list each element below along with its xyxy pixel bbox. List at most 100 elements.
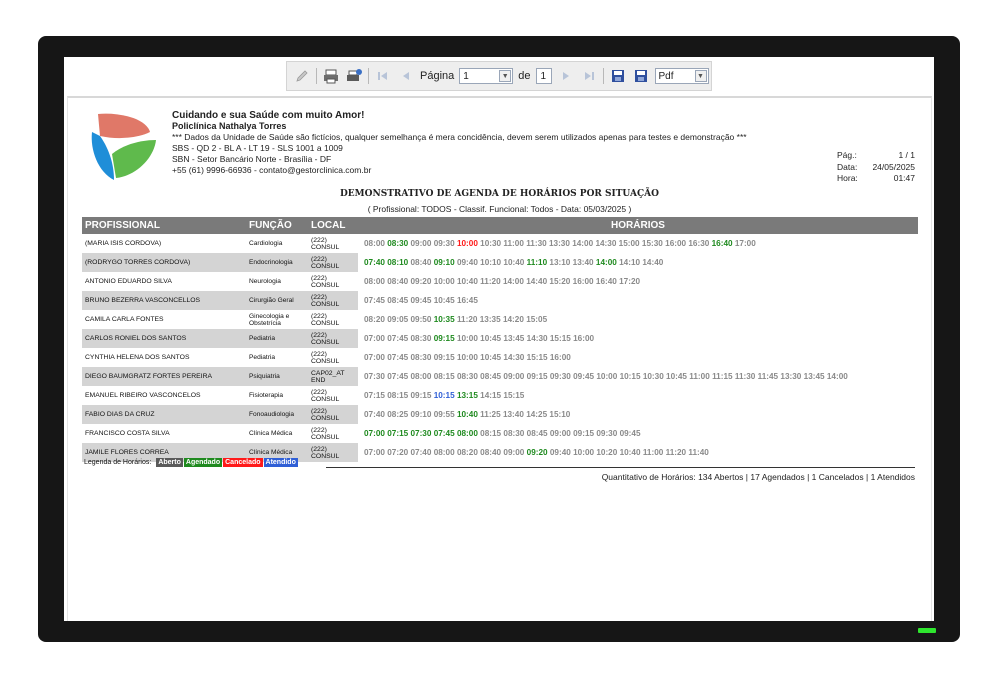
next-page-icon[interactable] bbox=[557, 67, 575, 85]
time-slot: 09:30 bbox=[596, 429, 618, 438]
professional-name: EMANUEL RIBEIRO VASCONCELOS bbox=[85, 392, 201, 399]
hours-cell: 07:00 07:15 07:30 07:45 08:00 08:15 08:3… bbox=[358, 424, 918, 443]
professional-name: DIEGO BAUMGRATZ FORTES PEREIRA bbox=[82, 367, 246, 386]
time-slot: 10:30 bbox=[480, 239, 502, 248]
report-meta: Pág.: 1 / 1 Data: 24/05/2025 Hora: 01:47 bbox=[837, 150, 915, 185]
hours-cell: 07:40 08:25 09:10 09:55 10:40 11:25 13:4… bbox=[358, 405, 918, 424]
table-row: (RODRYGO TORRES CORDOVA) Endocrinologia (2… bbox=[82, 253, 918, 272]
report-title: DEMONSTRATIVO DE AGENDA DE HORÁRIOS POR … bbox=[340, 189, 659, 199]
time-slot: 08:15 bbox=[433, 372, 455, 381]
time-slot: 07:00 bbox=[364, 448, 385, 457]
time-slot: 09:40 bbox=[549, 448, 571, 457]
schedule-table: PROFISSIONAL FUNÇÃO LOCAL HORÁRIOS (MARI… bbox=[82, 217, 918, 462]
time-slot: 08:00 bbox=[410, 372, 432, 381]
page-meta-label: Pág.: bbox=[837, 150, 857, 160]
time-slot: 15:15 bbox=[549, 334, 571, 343]
time-slot: 08:25 bbox=[387, 410, 409, 419]
time-slot: 07:40 bbox=[410, 448, 432, 457]
last-page-icon[interactable] bbox=[580, 67, 598, 85]
time-slot: 08:30 bbox=[410, 334, 432, 343]
time-slot: 15:05 bbox=[526, 315, 548, 324]
total-pages-value: 1 bbox=[540, 70, 547, 82]
save-icon[interactable] bbox=[609, 67, 627, 85]
hours-cell: 07:15 08:15 09:15 10:15 13:15 14:15 15:1… bbox=[358, 386, 918, 405]
time-slot: 08:40 bbox=[410, 258, 432, 267]
professional-function: Cirurgião Geral bbox=[246, 291, 308, 310]
previous-page-icon[interactable] bbox=[397, 67, 415, 85]
time-slot: 08:00 bbox=[456, 429, 478, 438]
column-header-local: LOCAL bbox=[308, 217, 358, 234]
time-slot: 13:35 bbox=[479, 315, 501, 324]
time-slot: 14:25 bbox=[526, 410, 548, 419]
professional-function: Fonoaudiologia bbox=[246, 405, 308, 424]
hours-cell: 08:00 08:30 09:00 09:30 10:00 10:30 11:0… bbox=[358, 234, 918, 253]
time-slot: 07:45 bbox=[387, 372, 409, 381]
time-slot: 09:45 bbox=[619, 429, 641, 438]
time-slot: 09:15 bbox=[433, 334, 455, 343]
page-number-input[interactable]: 1 ▼ bbox=[459, 68, 514, 84]
export-format-select[interactable]: Pdf ▼ bbox=[654, 68, 709, 84]
hours-cell: 08:00 08:40 09:20 10:00 10:40 11:20 14:0… bbox=[358, 272, 918, 291]
time-slot: 08:30 bbox=[503, 429, 525, 438]
time-slot: 08:00 bbox=[364, 239, 385, 248]
time-slot: 11:25 bbox=[480, 410, 501, 419]
time-slot: 15:15 bbox=[503, 391, 525, 400]
time-slot: 11:20 bbox=[480, 277, 501, 286]
time-slot: 11:20 bbox=[456, 315, 478, 324]
time-slot: 10:00 bbox=[433, 277, 455, 286]
time-slot: 16:30 bbox=[688, 239, 710, 248]
time-slot: 07:00 bbox=[364, 334, 385, 343]
time-slot: 08:20 bbox=[364, 315, 385, 324]
time-slot: 10:45 bbox=[480, 334, 502, 343]
time-slot: 09:05 bbox=[387, 315, 409, 324]
chevron-down-icon[interactable]: ▼ bbox=[499, 70, 512, 82]
professional-name: CAMILA CARLA FONTES bbox=[85, 316, 164, 323]
professional-function: Fisioterapia bbox=[249, 392, 284, 399]
time-slot: 09:15 bbox=[410, 391, 432, 400]
pencil-icon[interactable] bbox=[293, 67, 311, 85]
time-slot: 10:15 bbox=[433, 391, 455, 400]
column-header-professional: PROFISSIONAL bbox=[82, 217, 246, 234]
professional-local: (222) CONSUL bbox=[311, 350, 340, 365]
professional-local: (222) CONSUL bbox=[311, 274, 340, 289]
time-slot: 08:00 bbox=[364, 277, 385, 286]
table-row: CYNTHIA HELENA DOS SANTOS Pediatria (222) … bbox=[82, 348, 918, 367]
chevron-down-icon[interactable]: ▼ bbox=[694, 70, 707, 82]
time-slot: 16:00 bbox=[573, 334, 595, 343]
legend-agendado: Agendado bbox=[183, 458, 223, 467]
time-slot: 10:00 bbox=[456, 353, 478, 362]
export-icon[interactable] bbox=[632, 67, 650, 85]
time-slot: 08:30 bbox=[456, 372, 478, 381]
professional-local: (222) CONSUL bbox=[308, 329, 358, 348]
time-slot: 09:55 bbox=[433, 410, 455, 419]
table-row: EMANUEL RIBEIRO VASCONCELOS Fisioterapia (… bbox=[82, 386, 918, 405]
print-icon[interactable] bbox=[322, 67, 340, 85]
time-slot: 09:45 bbox=[573, 372, 595, 381]
professional-name: ANTONIO EDUARDO SILVA bbox=[85, 278, 172, 285]
time-slot: 10:45 bbox=[433, 296, 455, 305]
time-slot: 08:15 bbox=[387, 391, 409, 400]
time-slot: 14:00 bbox=[595, 258, 617, 267]
of-label: de bbox=[518, 70, 531, 82]
clinic-slogan: Cuidando e sua Saúde com muito Amor! bbox=[172, 110, 365, 121]
professional-local: (222) CONSUL bbox=[311, 236, 340, 251]
first-page-icon[interactable] bbox=[374, 67, 392, 85]
professional-function: Cardiologia bbox=[249, 240, 283, 247]
time-slot: 14:00 bbox=[502, 277, 524, 286]
professional-local: (222) CONSUL bbox=[308, 405, 358, 424]
page-meta-value: 1 / 1 bbox=[898, 150, 915, 160]
time-slot: 10:35 bbox=[433, 315, 455, 324]
time-meta-value: 01:47 bbox=[893, 173, 915, 183]
time-slot: 10:40 bbox=[456, 410, 478, 419]
hours-summary: Quantitativo de Horários: 134 Abertos | … bbox=[601, 472, 915, 482]
export-format-value: Pdf bbox=[658, 70, 674, 82]
time-slot: 09:30 bbox=[433, 239, 455, 248]
time-slot: 10:40 bbox=[503, 258, 525, 267]
time-slot: 14:10 bbox=[619, 258, 641, 267]
professional-local: (222) CONSUL bbox=[311, 312, 340, 327]
print-setup-icon[interactable] bbox=[345, 67, 363, 85]
professional-name: FRANCISCO COSTA SILVA bbox=[85, 430, 170, 437]
time-slot: 14:00 bbox=[826, 372, 848, 381]
time-slot: 07:15 bbox=[387, 429, 409, 438]
time-slot: 16:00 bbox=[572, 277, 594, 286]
